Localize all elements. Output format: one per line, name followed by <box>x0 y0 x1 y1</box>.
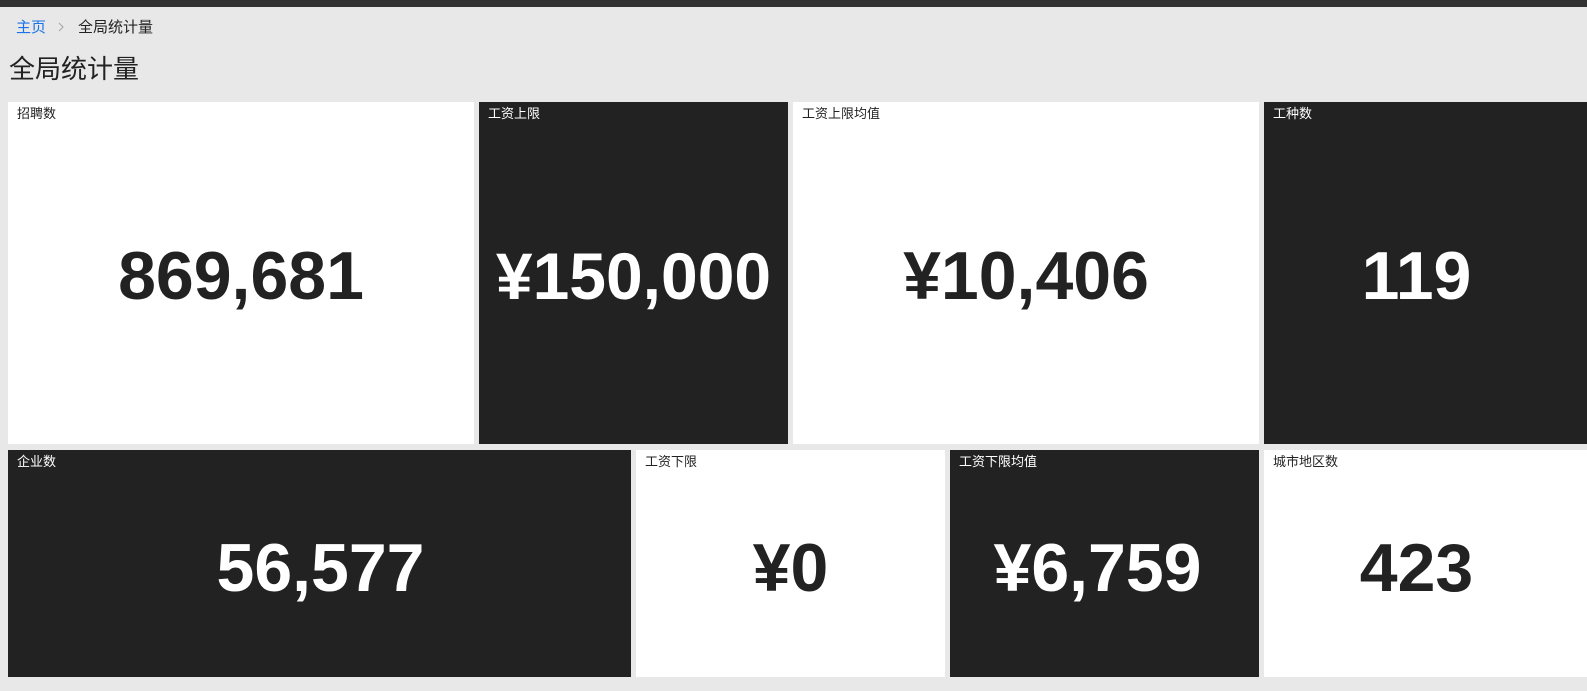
stat-tile-job-types: 工种数 119 <box>1264 102 1587 444</box>
stat-tile-cities: 城市地区数 423 <box>1264 450 1587 677</box>
stat-tile-job-postings: 招聘数 869,681 <box>8 102 474 444</box>
stat-value: ¥0 <box>752 529 829 606</box>
stat-tile-salary-max: 工资上限 ¥150,000 <box>479 102 788 444</box>
stat-value: 119 <box>1361 237 1472 314</box>
breadcrumb: 主页 全局统计量 <box>16 17 153 37</box>
chevron-right-icon <box>57 22 69 32</box>
stat-tile-companies: 企业数 56,577 <box>8 450 631 677</box>
top-bar <box>0 0 1587 7</box>
stat-value: 56,577 <box>216 529 425 606</box>
page-title: 全局统计量 <box>9 55 140 85</box>
stat-tile-salary-min-avg: 工资下限均值 ¥6,759 <box>950 450 1259 677</box>
stat-value: ¥10,406 <box>903 237 1149 314</box>
stat-value: ¥6,759 <box>993 529 1202 606</box>
stat-tile-salary-min: 工资下限 ¥0 <box>636 450 945 677</box>
breadcrumb-home-link[interactable]: 主页 <box>16 17 46 37</box>
stat-value: 869,681 <box>118 237 364 314</box>
stat-value: 423 <box>1359 529 1474 606</box>
stat-value: ¥150,000 <box>495 238 772 313</box>
breadcrumb-current: 全局统计量 <box>78 18 154 36</box>
stat-tile-salary-max-avg: 工资上限均值 ¥10,406 <box>793 102 1259 444</box>
